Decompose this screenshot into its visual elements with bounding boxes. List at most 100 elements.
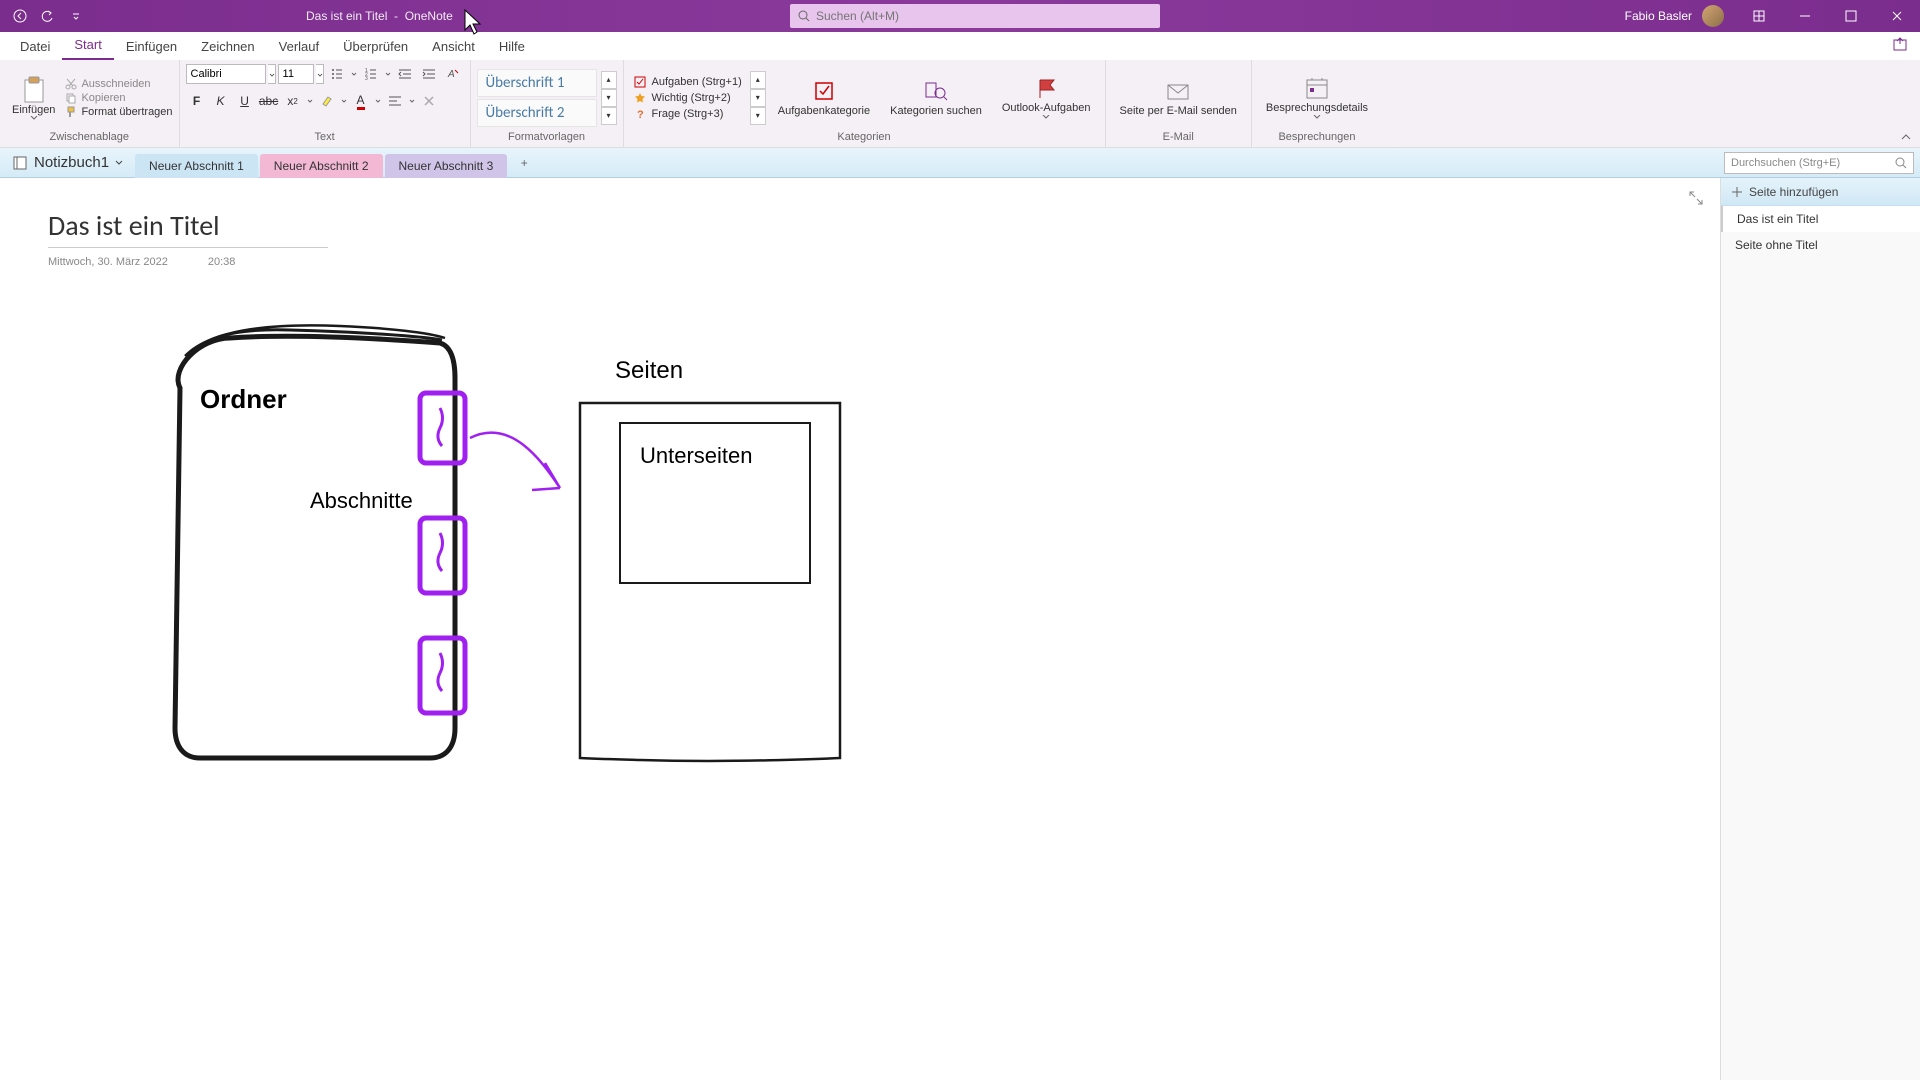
email-page-button[interactable]: Seite per E-Mail senden bbox=[1112, 79, 1245, 117]
checkbox-icon bbox=[634, 76, 646, 88]
align-button[interactable] bbox=[384, 91, 406, 111]
tab-start[interactable]: Start bbox=[62, 31, 113, 60]
ink-drawing: Ordner Abschnitte Seiten Unterseiten bbox=[140, 308, 860, 768]
font-size-select[interactable] bbox=[278, 64, 314, 84]
expand-button[interactable] bbox=[1688, 190, 1704, 206]
notebook-dropdown[interactable]: Notizbuch1 bbox=[0, 154, 135, 171]
tag-important[interactable]: Wichtig (Strg+2) bbox=[630, 91, 746, 105]
tab-zeichnen[interactable]: Zeichnen bbox=[189, 33, 266, 60]
page-item-1[interactable]: Das ist ein Titel bbox=[1721, 206, 1920, 232]
chevron-down-icon[interactable] bbox=[340, 91, 348, 111]
section-tab-2[interactable]: Neuer Abschnitt 2 bbox=[260, 154, 383, 178]
email-label: E-Mail bbox=[1112, 131, 1245, 145]
calendar-icon bbox=[1303, 76, 1331, 100]
style-more-button[interactable]: ▾ bbox=[601, 107, 617, 125]
share-icon[interactable] bbox=[1892, 36, 1912, 56]
label-ordner: Ordner bbox=[200, 384, 287, 414]
notebook-bar: Notizbuch1 Neuer Abschnitt 1 Neuer Absch… bbox=[0, 148, 1920, 178]
format-painter-button[interactable]: Format übertragen bbox=[65, 106, 172, 118]
page-meta: Mittwoch, 30. März 2022 20:38 bbox=[48, 256, 235, 268]
tag-more-button[interactable]: ▾ bbox=[750, 107, 766, 125]
ribbon-group-meetings: Besprechungsdetails Besprechungen bbox=[1252, 60, 1382, 147]
user-name-label[interactable]: Fabio Basler bbox=[1625, 9, 1692, 23]
tags-label: Kategorien bbox=[630, 131, 1099, 145]
outdent-button[interactable] bbox=[394, 64, 416, 84]
maximize-button[interactable] bbox=[1828, 0, 1874, 32]
indent-button[interactable] bbox=[418, 64, 440, 84]
font-color-button[interactable]: A bbox=[350, 91, 372, 111]
chevron-down-icon[interactable] bbox=[306, 91, 314, 111]
subscript-button[interactable]: x2 bbox=[282, 91, 304, 111]
search-icon bbox=[1895, 157, 1907, 169]
tab-einfuegen[interactable]: Einfügen bbox=[114, 33, 189, 60]
copy-button: Kopieren bbox=[65, 92, 172, 104]
ribbon-group-tags: Aufgaben (Strg+1) Wichtig (Strg+2) ?Frag… bbox=[624, 60, 1106, 147]
style-heading2[interactable]: Überschrift 2 bbox=[477, 99, 597, 127]
find-tags-button[interactable]: Kategorien suchen bbox=[882, 79, 990, 117]
section-tab-3[interactable]: Neuer Abschnitt 3 bbox=[385, 154, 508, 178]
tag-question[interactable]: ?Frage (Strg+3) bbox=[630, 107, 746, 121]
label-abschnitte: Abschnitte bbox=[310, 488, 413, 513]
bullets-button[interactable] bbox=[326, 64, 348, 84]
style-down-button[interactable]: ▾ bbox=[601, 89, 617, 107]
chevron-down-icon[interactable] bbox=[316, 64, 324, 84]
tab-verlauf[interactable]: Verlauf bbox=[267, 33, 331, 60]
bold-button[interactable]: F bbox=[186, 91, 208, 111]
undo-button[interactable] bbox=[38, 6, 58, 26]
page-title[interactable]: Das ist ein Titel bbox=[48, 208, 328, 248]
collapse-ribbon-button[interactable] bbox=[1900, 131, 1912, 143]
canvas-grid-icon[interactable] bbox=[1736, 0, 1782, 32]
task-category-button[interactable]: Aufgabenkategorie bbox=[770, 79, 878, 117]
notebook-search-input[interactable]: Durchsuchen (Strg+E) bbox=[1724, 152, 1914, 174]
styles-label: Formatvorlagen bbox=[477, 131, 617, 145]
text-label: Text bbox=[186, 131, 464, 145]
style-up-button[interactable]: ▴ bbox=[601, 71, 617, 89]
numbering-button[interactable]: 123 bbox=[360, 64, 382, 84]
page-item-2[interactable]: Seite ohne Titel bbox=[1721, 232, 1920, 258]
style-heading1[interactable]: Überschrift 1 bbox=[477, 69, 597, 97]
minimize-button[interactable] bbox=[1782, 0, 1828, 32]
tab-hilfe[interactable]: Hilfe bbox=[487, 33, 537, 60]
menu-tabs: Datei Start Einfügen Zeichnen Verlauf Üb… bbox=[0, 32, 1920, 60]
back-button[interactable] bbox=[10, 6, 30, 26]
tab-datei[interactable]: Datei bbox=[8, 33, 62, 60]
search-tag-icon bbox=[922, 79, 950, 103]
chevron-down-icon[interactable] bbox=[268, 64, 276, 84]
ribbon-group-text: 123 A F K U abc x2 A Tex bbox=[180, 60, 471, 147]
tab-ansicht[interactable]: Ansicht bbox=[420, 33, 487, 60]
meeting-details-button[interactable]: Besprechungsdetails bbox=[1258, 76, 1376, 119]
svg-text:?: ? bbox=[637, 109, 644, 120]
page-canvas[interactable]: Das ist ein Titel Mittwoch, 30. März 202… bbox=[0, 178, 1720, 1080]
chevron-down-icon[interactable] bbox=[408, 91, 416, 111]
section-tab-1[interactable]: Neuer Abschnitt 1 bbox=[135, 154, 258, 178]
avatar[interactable] bbox=[1702, 5, 1724, 27]
ribbon-group-clipboard: Einfügen Ausschneiden Kopieren Format üb… bbox=[0, 60, 180, 147]
search-box[interactable] bbox=[790, 4, 1160, 28]
chevron-down-icon[interactable] bbox=[374, 91, 382, 111]
highlight-button[interactable] bbox=[316, 91, 338, 111]
chevron-down-icon[interactable] bbox=[350, 64, 358, 84]
qat-customize-button[interactable] bbox=[66, 6, 86, 26]
envelope-icon bbox=[1164, 79, 1192, 103]
italic-button[interactable]: K bbox=[210, 91, 232, 111]
font-name-select[interactable] bbox=[186, 64, 266, 84]
search-input[interactable] bbox=[816, 9, 1152, 23]
tag-up-button[interactable]: ▴ bbox=[750, 71, 766, 89]
outlook-tasks-button[interactable]: Outlook-Aufgaben bbox=[994, 76, 1099, 119]
clear-format-button[interactable]: A bbox=[442, 64, 464, 84]
tab-ueberpruefen[interactable]: Überprüfen bbox=[331, 33, 420, 60]
tag-todo[interactable]: Aufgaben (Strg+1) bbox=[630, 75, 746, 89]
clipboard-label: Zwischenablage bbox=[6, 131, 173, 145]
add-page-button[interactable]: Seite hinzufügen bbox=[1721, 178, 1920, 206]
add-section-button[interactable]: + bbox=[513, 152, 535, 174]
strike-button[interactable]: abc bbox=[258, 91, 280, 111]
notebook-icon bbox=[12, 155, 28, 171]
page-time: 20:38 bbox=[208, 256, 236, 268]
paste-button[interactable]: Einfügen bbox=[6, 76, 61, 120]
svg-text:A: A bbox=[447, 69, 455, 80]
delete-button[interactable] bbox=[418, 91, 440, 111]
chevron-down-icon[interactable] bbox=[384, 64, 392, 84]
underline-button[interactable]: U bbox=[234, 91, 256, 111]
close-button[interactable] bbox=[1874, 0, 1920, 32]
tag-down-button[interactable]: ▾ bbox=[750, 89, 766, 107]
